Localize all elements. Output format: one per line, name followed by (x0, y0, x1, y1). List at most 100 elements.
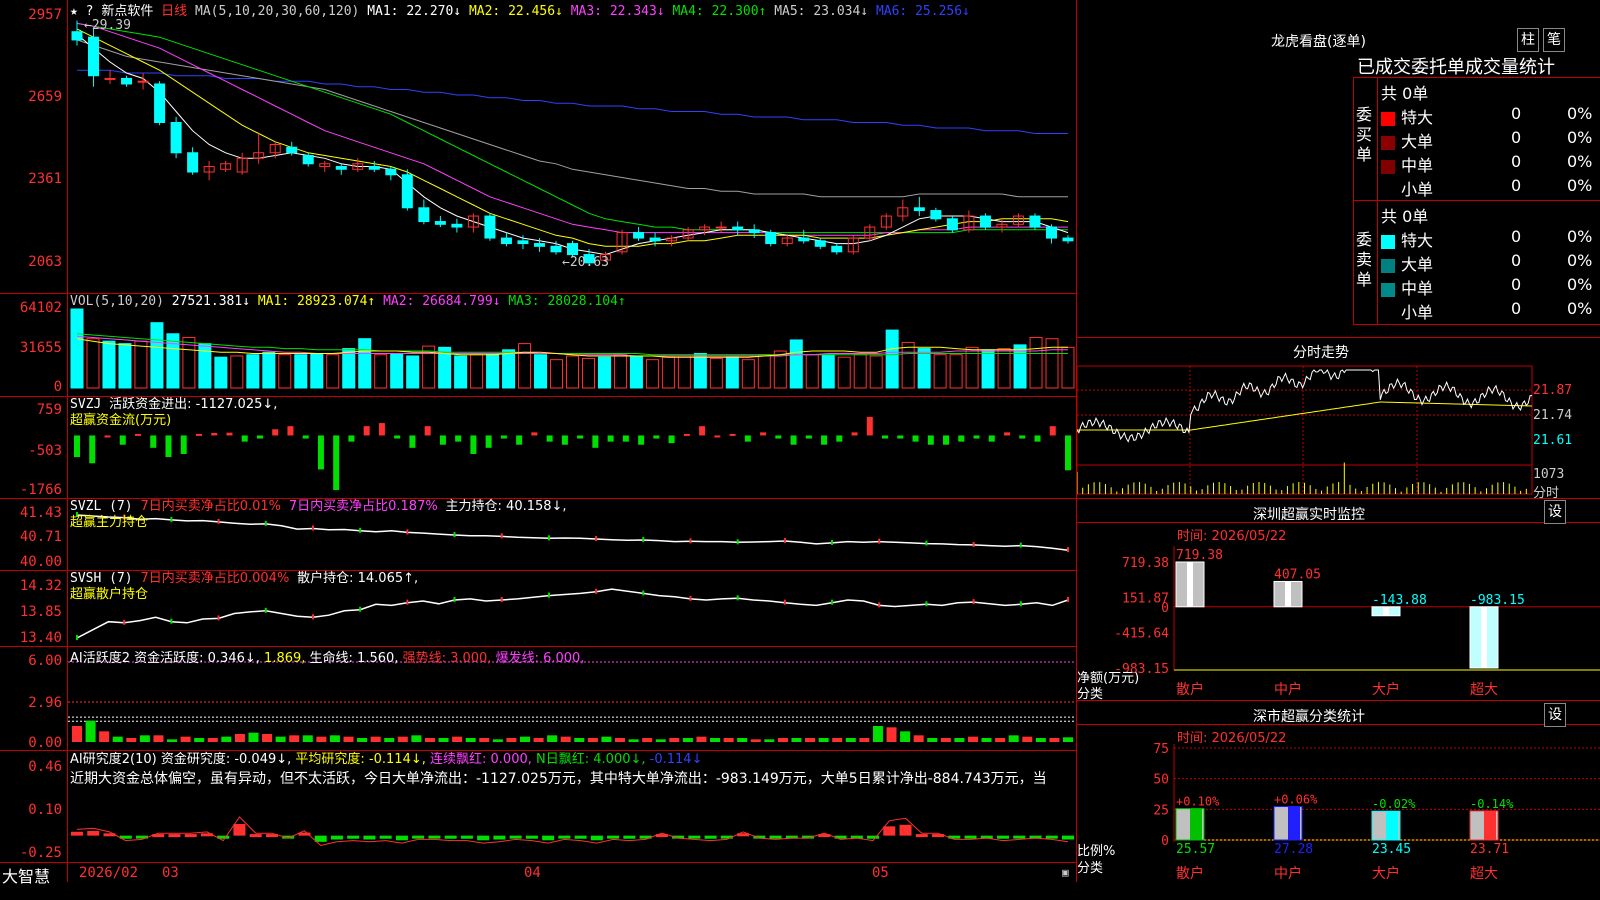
order-pct: 0% (1567, 251, 1593, 270)
research-bar (314, 835, 327, 842)
activity-bar (424, 738, 435, 742)
vol-bar (214, 356, 228, 389)
svzl-line-tick (500, 533, 503, 539)
activity-bar (642, 738, 653, 742)
vol-bar (741, 359, 755, 389)
flow-bar (592, 435, 599, 448)
cls-delta: +0.06% (1274, 793, 1318, 807)
activity-bar (519, 736, 530, 742)
flow-bar (211, 432, 218, 436)
color-swatch (1381, 306, 1395, 321)
order-pct: 0% (1567, 152, 1593, 171)
stock-name[interactable]: 新点软件 (101, 4, 153, 19)
activity-bar (370, 736, 381, 742)
activity-bar (954, 738, 965, 742)
order-count: 0 (1511, 227, 1522, 246)
activity-bar (248, 732, 259, 742)
flow-bar (1004, 432, 1011, 436)
ai2-d: N日飘红: 4.000↓, (536, 752, 646, 767)
cls-bar-fill (1288, 806, 1300, 840)
candle-body (913, 207, 925, 212)
research-bar (704, 835, 717, 839)
activity-bar (547, 735, 558, 742)
activity-bar (723, 738, 734, 742)
candle-body (831, 245, 843, 253)
flow-bar (256, 435, 263, 439)
flow-bar (531, 432, 538, 436)
activity-bar (397, 736, 408, 742)
monitor-chart[interactable]: 719.38151.870-415.64-983.15719.38散户407.0… (1077, 540, 1600, 700)
vol-bar (997, 348, 1011, 389)
svsh-line-tick (831, 599, 834, 605)
cls-title: 深市超赢分类统计 (1253, 709, 1365, 725)
flow-bar (744, 435, 751, 442)
cls-value: 23.71 (1470, 842, 1509, 857)
activity-bar (777, 738, 788, 742)
activity-bar (112, 736, 123, 742)
activity-bar (574, 738, 585, 742)
candle-body (732, 226, 744, 231)
candle-body (335, 166, 347, 170)
svzl-line-tick (925, 540, 928, 546)
vol-bar (629, 355, 643, 389)
research-bar (412, 835, 425, 839)
star-icon[interactable]: ★ ? (70, 4, 93, 19)
ma2-value: MA2: 22.456↓ (468, 4, 563, 19)
vol-ma3: MA3: 28028.104↑ (508, 294, 626, 309)
flow-bar (851, 432, 858, 436)
svzl-line-tick (453, 532, 456, 538)
candle-body (434, 221, 446, 225)
sell-total: 共 0单 (1381, 207, 1429, 226)
cls-settings-button[interactable]: 设 (1544, 703, 1566, 727)
activity-bar (682, 738, 693, 742)
flow-bar (653, 435, 660, 439)
vol-ma1: MA1: 28923.074↑ (257, 294, 376, 309)
cls-category: 大户 (1372, 865, 1400, 882)
activity-bar (207, 738, 218, 742)
ai2-header: AI研究度2(10) 资金研究度: -0.049↓, 平均研究度: -0.114… (70, 751, 1075, 788)
mon-bar-value: -143.88 (1372, 593, 1427, 608)
candle-body (71, 31, 83, 41)
period-label[interactable]: 日线 (161, 4, 187, 19)
svzl-a: 7日内买卖净占比0.01% (140, 499, 282, 514)
svzl-subtitle: 超赢主力持仓 (70, 515, 149, 530)
ai2-tick: -0.25 (19, 845, 62, 861)
research-bar (477, 835, 490, 841)
lock-icon[interactable]: ▣ (1062, 866, 1069, 879)
flow-bar (516, 435, 523, 445)
intraday-chart[interactable] (1077, 360, 1600, 500)
vol-bar (789, 339, 803, 389)
research-bar (395, 835, 408, 841)
ai2-title: AI研究度2(10) (70, 752, 157, 767)
order-count: 0 (1511, 251, 1522, 270)
vol-bar (773, 350, 787, 389)
x-label: 03 (162, 865, 179, 881)
vol-bar (949, 354, 963, 389)
ai2-commentary: 近期大资金总体偏空，虽有异动，但不太活跃，今日大单净流出：-1127.025万元… (70, 771, 1047, 787)
activity-bar (153, 735, 164, 742)
candle-body (484, 215, 496, 239)
order-type: 小单 (1401, 180, 1434, 199)
mon-xlabel: 分类 (1077, 687, 1104, 702)
research-bar (1045, 835, 1058, 839)
mon-bar-hl (1285, 581, 1291, 607)
ma1-value: MA1: 22.270↓ (367, 4, 462, 19)
svzl-title: SVZL (7) (70, 499, 133, 514)
cls-tick: 25 (1153, 803, 1169, 818)
svsh-line-tick (547, 592, 550, 598)
flow-bar (683, 433, 690, 436)
mon-tick: 719.38 (1122, 556, 1169, 571)
mon-settings-button[interactable]: 设 (1544, 500, 1566, 524)
vol-tick: 31655 (19, 340, 62, 356)
research-bar (363, 835, 376, 840)
svzj-header: SVZJ 活跃资金进出: -1127.025↓, 超赢资金流(万元) (70, 397, 277, 429)
research-bar (688, 835, 701, 839)
candle-body (286, 146, 298, 154)
classification-chart[interactable]: 75 50 25 0 +0.10% 25.57 散户 +0.06% 27.28 中户 -0.02% 2… (1077, 740, 1600, 900)
svzl-tick: 40.00 (19, 554, 62, 570)
flow-bar (805, 435, 812, 439)
svsh-line-tick (500, 596, 503, 602)
mon-bar-hl (1481, 606, 1487, 668)
cls-bar-fill (1190, 808, 1202, 840)
kline-svg[interactable] (0, 0, 1077, 882)
